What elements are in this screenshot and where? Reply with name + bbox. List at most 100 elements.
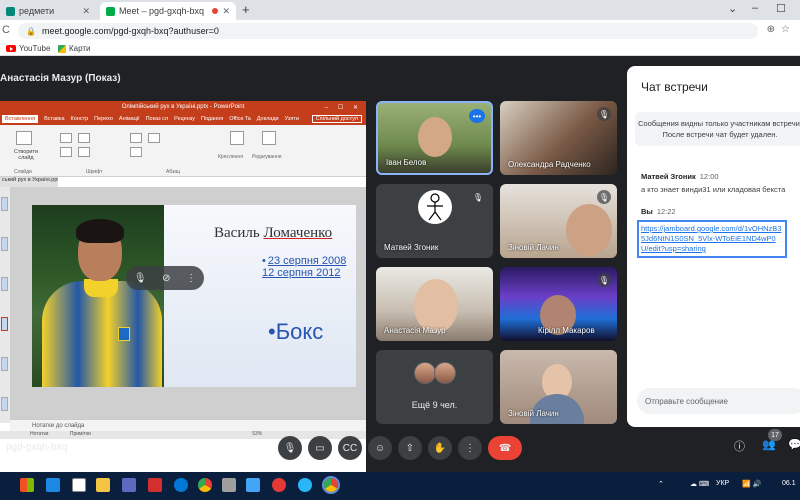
- chat-input[interactable]: Отправьте сообщение: [637, 388, 800, 414]
- chat-icon[interactable]: 💬: [788, 438, 800, 451]
- task-view-icon[interactable]: [72, 478, 86, 492]
- maximize-button[interactable]: ☐: [776, 2, 786, 15]
- new-slide-label: Створити слайд: [13, 149, 39, 161]
- app-icon[interactable]: [148, 478, 162, 492]
- browser-tab-active[interactable]: Meet – pgd-gxqh-bxq ✕: [100, 2, 236, 20]
- tray-arrow-icon[interactable]: ⌃: [658, 480, 664, 488]
- presenter-overlay[interactable]: 🎙 ⊘ ⋮: [126, 266, 204, 290]
- bookmarks-bar: YouTube Карти: [0, 42, 800, 56]
- more-vert-icon[interactable]: ⋮: [186, 273, 196, 284]
- bookmark-label: Карти: [69, 44, 91, 53]
- mic-icon[interactable]: 🎙: [278, 436, 302, 460]
- stick-figure-icon: [427, 193, 443, 221]
- chrome-icon[interactable]: [198, 478, 212, 492]
- emoji-icon[interactable]: ☺: [368, 436, 392, 460]
- url-input[interactable]: 🔒 meet.google.com/pgd-gxqh-bxq?authuser=…: [18, 23, 758, 39]
- athlete-last-name: Ломаченко: [263, 225, 333, 241]
- participant-tile[interactable]: ••• Іван Белов: [376, 101, 493, 175]
- search-icon[interactable]: [46, 478, 60, 492]
- slide: Василь Ломаченко • 23 серпня 2008 12 серп…: [32, 205, 356, 387]
- participant-tile[interactable]: Анастасія Мазур: [376, 267, 493, 341]
- participant-face: [418, 117, 452, 157]
- present-icon[interactable]: ⇧: [398, 436, 422, 460]
- athlete-first-name: Василь: [214, 225, 264, 241]
- more-options-icon[interactable]: •••: [469, 109, 485, 123]
- powerpoint-window-title: Олімпійський рух в Україні.pptx - PowerP…: [121, 104, 245, 110]
- tab-title: редмети: [19, 6, 55, 16]
- new-tab-button[interactable]: +: [242, 2, 250, 17]
- ribbon-group-label: Редагування: [252, 154, 282, 160]
- raise-hand-icon[interactable]: ✋: [428, 436, 452, 460]
- boxer-photo: [32, 205, 164, 387]
- bullet-icon: •: [262, 255, 266, 267]
- settings-icon[interactable]: [222, 478, 236, 492]
- clock[interactable]: 06.1: [782, 480, 796, 487]
- app-icon[interactable]: [122, 478, 136, 492]
- start-icon[interactable]: [20, 478, 34, 492]
- ukraine-crest-icon: [118, 327, 130, 341]
- chrome-active-icon[interactable]: [322, 476, 340, 494]
- camera-icon[interactable]: ▭: [308, 436, 332, 460]
- browser-tab-inactive[interactable]: редмети ✕: [0, 2, 96, 20]
- font-size-icon: [78, 133, 90, 143]
- remove-icon[interactable]: ⊘: [162, 273, 170, 284]
- minimize-button[interactable]: –: [752, 2, 758, 14]
- tray-network-icon[interactable]: 📶 🔊: [742, 480, 761, 488]
- captions-icon[interactable]: CC: [338, 436, 362, 460]
- message-link[interactable]: https://jamboard.google.com/d/1vOHNzB35J…: [637, 220, 787, 258]
- edge-icon[interactable]: [174, 478, 188, 492]
- tray-icons[interactable]: ☁ ⌨: [690, 480, 709, 488]
- powerpoint-ribbon: Створити слайд Слайди Шрифт Абзац Кресле…: [0, 125, 366, 177]
- info-icon[interactable]: ⓘ: [734, 438, 745, 454]
- menu-item: Спільний доступ: [311, 115, 362, 123]
- app-icon[interactable]: [246, 478, 260, 492]
- powerpoint-title-bar: Олімпійський рух в Україні.pptx - PowerP…: [0, 101, 366, 113]
- slide-sport: •Бокс: [268, 319, 324, 344]
- slide-thumbnail: [1, 197, 8, 211]
- slide-thumbnail: [1, 237, 8, 251]
- font-icon: [60, 133, 72, 143]
- mic-off-icon[interactable]: 🎙: [134, 273, 147, 284]
- more-vert-icon[interactable]: ⋮: [458, 436, 482, 460]
- more-participants-count: Ещё 9 чел.: [411, 400, 458, 410]
- end-call-button[interactable]: ☎: [488, 436, 522, 460]
- close-tab-icon[interactable]: ✕: [222, 6, 230, 17]
- participant-name: Зіновій Лачин: [508, 409, 559, 418]
- menu-item: Показ сл: [145, 116, 169, 122]
- bookmark-label: YouTube: [19, 44, 51, 53]
- slide-thumbnail: [1, 357, 8, 371]
- opera-icon[interactable]: [272, 478, 286, 492]
- browser-tab-bar: редмети ✕ Meet – pgd-gxqh-bxq ✕ + ⌄ – ☐: [0, 0, 800, 20]
- message-text: а кто знает винди31 или кладовая бекста: [641, 185, 786, 194]
- file-explorer-icon[interactable]: [96, 478, 110, 492]
- ribbon-group-label: Креслення: [218, 154, 243, 160]
- participant-tile[interactable]: 🎙 Кірілл Макаров: [500, 267, 617, 341]
- meet-controls: pgd-gxqh-bxq 🎙 ▭ CC ☺ ⇧ ✋ ⋮ ☎ ⓘ 👥 17 💬: [0, 428, 800, 472]
- address-bar-row: C 🔒 meet.google.com/pgd-gxqh-bxq?authuse…: [0, 20, 800, 42]
- maps-icon: [58, 44, 66, 53]
- lock-icon: 🔒: [26, 26, 36, 36]
- photo-collar: [84, 279, 118, 297]
- bookmark-maps[interactable]: Карти: [58, 44, 91, 53]
- participant-tile[interactable]: 🎙 Матвей Згоник: [376, 184, 493, 258]
- youtube-icon: [6, 45, 16, 52]
- close-tab-icon[interactable]: ✕: [82, 6, 90, 17]
- address-bar-icons[interactable]: ⊕☆: [767, 24, 796, 35]
- participant-face: [414, 279, 458, 333]
- participant-tile[interactable]: Зіновій Лачин: [500, 350, 617, 424]
- shapes-icon: [230, 131, 244, 145]
- mic-off-icon: 🎙: [471, 190, 485, 204]
- reload-icon[interactable]: C: [2, 24, 10, 36]
- participant-tile[interactable]: 🎙 Зіновій Лачин: [500, 184, 617, 258]
- slide-thumbnail: [1, 317, 8, 331]
- bookmark-youtube[interactable]: YouTube: [6, 44, 50, 53]
- indent-icon: [130, 147, 142, 157]
- participant-tile[interactable]: 🎙 Олександра Радченко: [500, 101, 617, 175]
- telegram-icon[interactable]: [298, 478, 312, 492]
- participant-name: Зіновій Лачин: [508, 243, 559, 252]
- language-indicator[interactable]: УКР: [716, 480, 729, 487]
- menu-item: Доклади: [256, 116, 279, 122]
- participant-name: Іван Белов: [386, 158, 427, 167]
- tab-search-icon[interactable]: ⌄: [728, 2, 737, 15]
- more-participants-tile[interactable]: Ещё 9 чел.: [376, 350, 493, 424]
